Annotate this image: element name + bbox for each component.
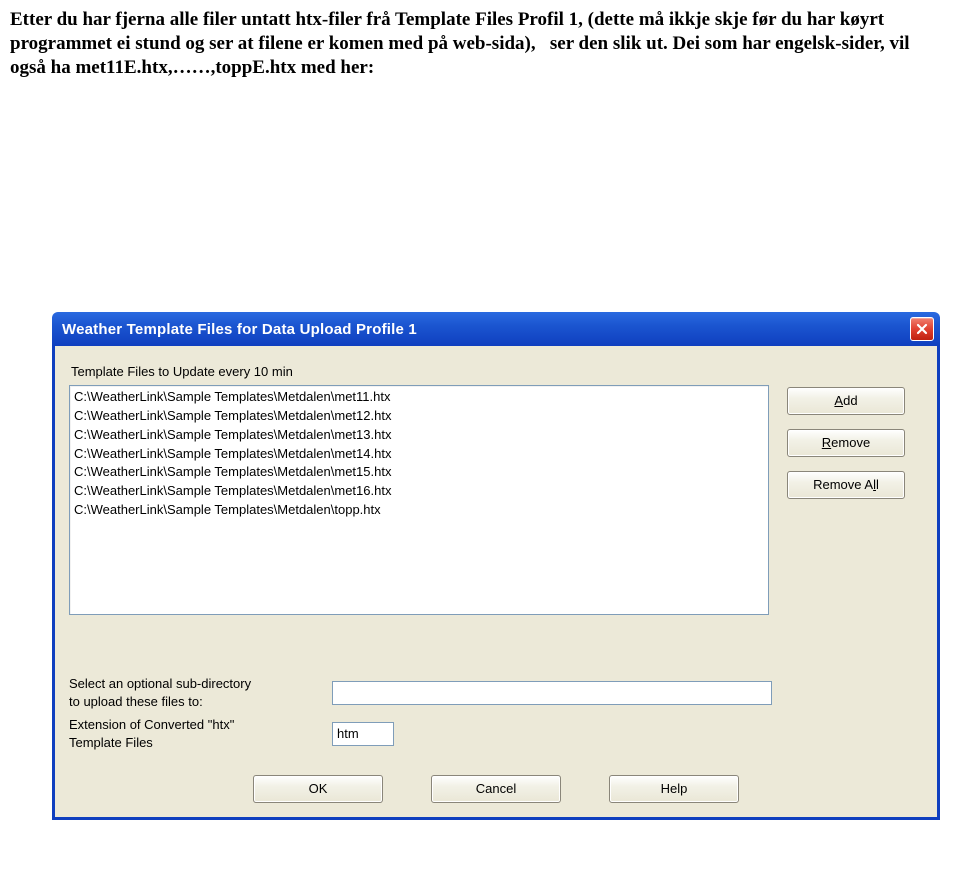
list-item[interactable]: C:\WeatherLink\Sample Templates\Metdalen… <box>74 388 764 407</box>
list-item[interactable]: C:\WeatherLink\Sample Templates\Metdalen… <box>74 463 764 482</box>
extension-input[interactable] <box>332 722 394 746</box>
list-item[interactable]: C:\WeatherLink\Sample Templates\Metdalen… <box>74 482 764 501</box>
instruction-paragraph: Etter du har fjerna alle filer untatt ht… <box>0 0 960 79</box>
subdir-input[interactable] <box>332 681 772 705</box>
list-item[interactable]: C:\WeatherLink\Sample Templates\Metdalen… <box>74 445 764 464</box>
dialog-window: Weather Template Files for Data Upload P… <box>52 312 940 820</box>
list-item[interactable]: C:\WeatherLink\Sample Templates\Metdalen… <box>74 501 764 520</box>
list-item[interactable]: C:\WeatherLink\Sample Templates\Metdalen… <box>74 426 764 445</box>
subdir-label: Select an optional sub-directory to uplo… <box>69 675 324 710</box>
close-button[interactable] <box>910 317 934 341</box>
extension-label: Extension of Converted "htx" Template Fi… <box>69 716 324 751</box>
list-item[interactable]: C:\WeatherLink\Sample Templates\Metdalen… <box>74 407 764 426</box>
bottom-button-row: OK Cancel Help <box>69 775 923 803</box>
window-title: Weather Template Files for Data Upload P… <box>62 321 417 338</box>
dialog-body: Template Files to Update every 10 min C:… <box>52 346 940 820</box>
add-button[interactable]: Add <box>787 387 905 415</box>
close-icon <box>916 323 928 335</box>
cancel-button[interactable]: Cancel <box>431 775 561 803</box>
ok-button[interactable]: OK <box>253 775 383 803</box>
remove-button[interactable]: Remove <box>787 429 905 457</box>
remove-all-button[interactable]: Remove All <box>787 471 905 499</box>
template-file-listbox[interactable]: C:\WeatherLink\Sample Templates\Metdalen… <box>69 385 769 615</box>
titlebar[interactable]: Weather Template Files for Data Upload P… <box>52 312 940 346</box>
section-label: Template Files to Update every 10 min <box>71 364 923 379</box>
help-button[interactable]: Help <box>609 775 739 803</box>
side-button-column: Add Remove Remove All <box>787 385 905 499</box>
